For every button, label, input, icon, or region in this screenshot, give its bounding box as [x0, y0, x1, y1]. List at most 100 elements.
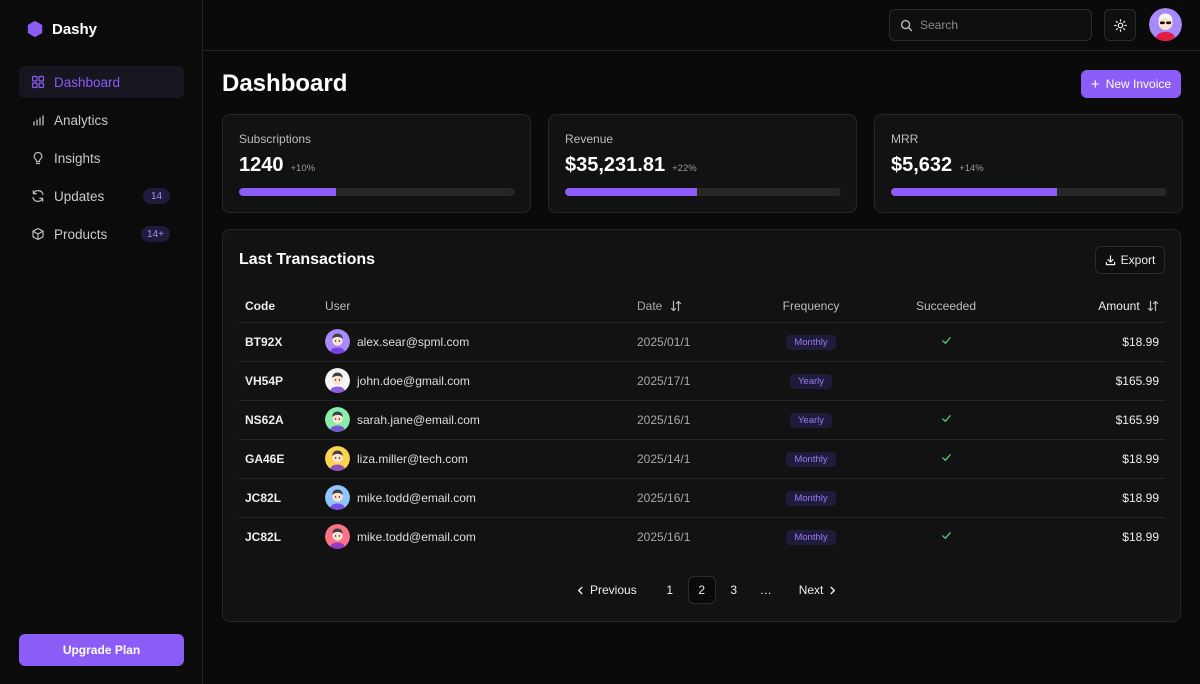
sidebar-nav: Dashboard Analytics Insights Updates 14 [19, 66, 184, 256]
transaction-code: BT92X [239, 322, 319, 362]
user-email: liza.miller@tech.com [357, 451, 468, 466]
frequency-cell: Monthly [751, 322, 871, 362]
transaction-date: 2025/16/1 [637, 529, 691, 544]
new-invoice-button[interactable]: + New Invoice [1081, 70, 1181, 98]
user-cell: mike.todd@email.com [319, 478, 631, 518]
column-header-amount[interactable]: Amount [1021, 290, 1165, 323]
succeeded-cell [871, 517, 1021, 556]
table-row[interactable]: GA46E liza.miller@tech.com 2025/14/1 Monthl… [239, 439, 1165, 479]
frequency-cell: Yearly [751, 361, 871, 401]
table-row[interactable]: JC82L mike.todd@email.com 2025/16/1 Monthly… [239, 478, 1165, 518]
transaction-code: JC82L [245, 529, 282, 544]
transaction-amount: $18.99 [1021, 322, 1165, 362]
more-pages-ellipsis[interactable]: … [752, 576, 780, 604]
user-email: mike.todd@email.com [357, 529, 476, 544]
kpi-progress-bar [239, 188, 515, 196]
transaction-date: 2025/14/1 [631, 439, 751, 479]
search-icon [900, 19, 913, 31]
transaction-amount: $18.99 [1122, 529, 1159, 544]
download-icon [1105, 254, 1115, 265]
sidebar-item-dashboard[interactable]: Dashboard [19, 66, 184, 98]
user-avatar[interactable] [1149, 8, 1182, 41]
kpi-cards: Subscriptions 1240 +10% Revenue $35,231.… [222, 114, 1183, 213]
kpi-value: $35,231.81 [565, 154, 666, 176]
kpi-progress-bar [565, 188, 841, 196]
sun-icon [1113, 18, 1127, 32]
upgrade-plan-button[interactable]: Upgrade Plan [19, 634, 184, 666]
table-row[interactable]: BT92X alex.sear@spml.com 2025/01/1 Monthly $… [239, 322, 1165, 362]
user-cell: mike.todd@email.com [319, 517, 631, 556]
sidebar-item-updates[interactable]: Updates 14 [19, 180, 184, 212]
previous-page-button[interactable]: Previous [569, 576, 644, 604]
topbar [203, 0, 1200, 51]
transaction-code: VH54P [239, 361, 319, 401]
sidebar-item-label: Updates [54, 188, 105, 204]
frequency-badge: Monthly [786, 334, 836, 350]
check-icon [941, 414, 951, 422]
kpi-delta: +10% [290, 163, 316, 174]
next-page-button[interactable]: Next [792, 576, 845, 604]
kpi-label: Subscriptions [239, 132, 312, 146]
sidebar-item-insights[interactable]: Insights [19, 142, 184, 174]
kpi-delta: +14% [959, 163, 984, 174]
bar-chart-icon [31, 113, 45, 127]
brand-name: Dashy [52, 20, 98, 38]
kpi-value: $5,632 [891, 154, 953, 176]
kpi-card-mrr: MRR $5,632 +14% [874, 114, 1183, 213]
transaction-code: NS62A [239, 400, 319, 440]
sidebar-item-label: Dashboard [54, 74, 121, 90]
theme-toggle-button[interactable] [1104, 9, 1136, 41]
succeeded-cell [871, 361, 1021, 401]
refresh-icon [31, 189, 45, 203]
column-header-user: User [319, 290, 631, 323]
frequency-cell: Monthly [751, 478, 871, 518]
next-label: Next [798, 583, 824, 597]
grid-icon [31, 75, 45, 89]
sidebar-item-label: Insights [54, 150, 101, 166]
user-email: john.doe@gmail.com [357, 373, 470, 388]
page-1-button[interactable]: 1 [656, 576, 684, 604]
table-row[interactable]: VH54P john.doe@gmail.com 2025/17/1 Yearly $1… [239, 361, 1165, 401]
avatar-illustration-icon [1149, 8, 1182, 41]
search-input[interactable] [920, 18, 1080, 32]
hexagon-logo-icon [27, 20, 43, 38]
frequency-cell: Monthly [751, 439, 871, 479]
lightbulb-icon [31, 151, 45, 165]
frequency-cell: Monthly [751, 517, 871, 556]
frequency-badge: Yearly [789, 373, 833, 389]
user-cell: john.doe@gmail.com [319, 361, 631, 401]
frequency-badge: Monthly [786, 529, 836, 545]
succeeded-cell [871, 439, 1021, 479]
kpi-label: MRR [891, 132, 919, 146]
transaction-amount: $18.99 [1021, 478, 1165, 518]
transaction-amount: $165.99 [1021, 400, 1165, 440]
frequency-badge: Yearly [789, 412, 833, 428]
kpi-label: Revenue [565, 132, 614, 146]
sort-icon [670, 300, 681, 311]
kpi-progress-fill [565, 188, 698, 196]
table-row[interactable]: NS62A sarah.jane@email.com 2025/16/1 Yearly… [239, 400, 1165, 440]
column-header-date[interactable]: Date [631, 290, 751, 323]
page-2-button[interactable]: 2 [687, 576, 716, 604]
check-icon [941, 453, 951, 461]
brand[interactable]: Dashy [26, 20, 97, 38]
column-header-label: Amount [1098, 298, 1140, 313]
export-label: Export [1120, 253, 1156, 267]
sidebar-item-products[interactable]: Products 14+ [19, 218, 184, 250]
page-3-button[interactable]: 3 [720, 576, 748, 604]
check-icon [941, 531, 951, 539]
column-header-code: Code [239, 290, 319, 323]
sidebar-item-analytics[interactable]: Analytics [19, 104, 184, 136]
export-button[interactable]: Export [1095, 246, 1165, 274]
table-row[interactable]: JC82L mike.todd@email.com 2025/16/1 Monthly… [239, 517, 1165, 556]
sidebar-item-label: Products [54, 226, 108, 242]
user-avatar-icon [325, 407, 350, 432]
new-invoice-label: New Invoice [1105, 77, 1172, 91]
chevron-right-icon [830, 586, 836, 594]
search-box[interactable] [889, 9, 1092, 41]
transactions-table: Code User Date Frequency Succeeded Amoun… [239, 290, 1165, 556]
user-avatar-icon [325, 524, 350, 550]
previous-label: Previous [590, 583, 637, 597]
succeeded-cell [871, 478, 1021, 518]
updates-count-badge: 14 [143, 188, 170, 204]
